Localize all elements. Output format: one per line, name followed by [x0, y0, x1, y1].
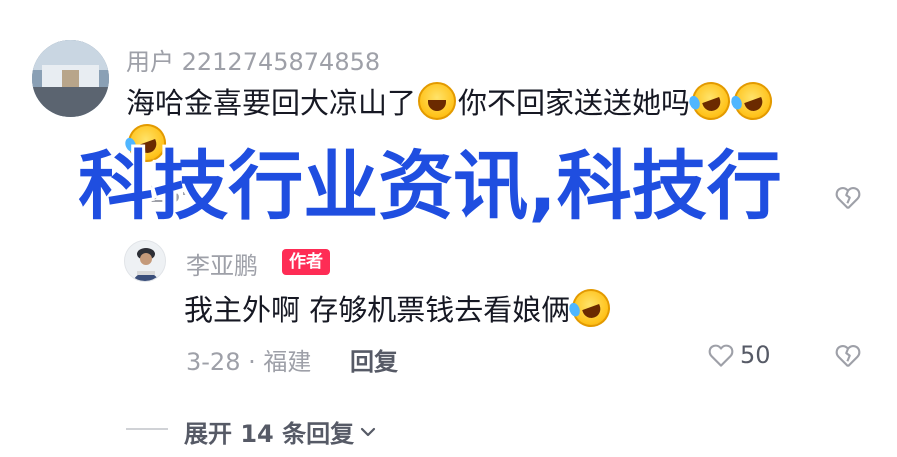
avatar[interactable]: [32, 40, 109, 117]
reply-text: 我主外啊 存够机票钱去看娘俩: [184, 283, 616, 333]
comment-text-part1: 海哈金喜要回大凉山了: [126, 86, 417, 120]
reply-button[interactable]: 回复: [350, 342, 398, 377]
comment-text-part2: 你不回家送送她吗: [458, 86, 691, 120]
laugh-tears-emoji-icon: [566, 283, 616, 333]
like-count: 50: [740, 341, 771, 369]
dislike-icon[interactable]: [833, 340, 863, 370]
author-badge: 作者: [282, 249, 330, 275]
grin-emoji-icon: [418, 82, 457, 120]
expand-replies-button[interactable]: 展开 14 条回复: [184, 414, 378, 449]
like-button[interactable]: 50: [706, 340, 771, 370]
watermark-overlay: 科技行业资讯,科技行: [78, 142, 782, 230]
reply-username[interactable]: 李亚鹏: [186, 246, 258, 281]
expand-replies-label: 展开 14 条回复: [184, 420, 355, 448]
comment-text: 海哈金喜要回大凉山了 你不回家送送她吗: [126, 76, 778, 126]
reply-date: 3-28 · 福建: [186, 348, 312, 376]
laugh-tears-emoji-icon: [686, 76, 736, 126]
avatar-photo-icon: [32, 40, 109, 117]
dislike-icon[interactable]: [833, 182, 863, 212]
laugh-tears-emoji-icon: [728, 76, 778, 126]
cyclist-avatar-icon: [125, 241, 165, 281]
heart-icon: [708, 344, 734, 367]
comment-username[interactable]: 用户 2212745874858: [126, 42, 380, 77]
reply-text-content: 我主外啊 存够机票钱去看娘俩: [184, 293, 571, 327]
expand-divider: [126, 428, 168, 430]
chevron-down-icon: [361, 427, 376, 436]
reply-avatar[interactable]: [124, 240, 166, 282]
